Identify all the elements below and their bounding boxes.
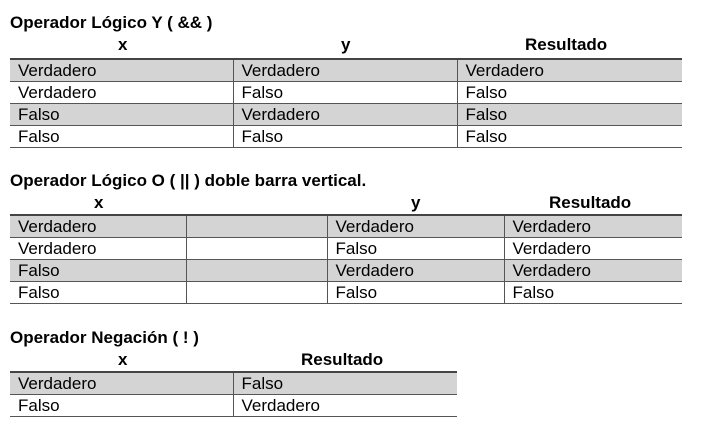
- or-header-x: x: [94, 193, 104, 212]
- cell-result: Falso: [232, 372, 457, 395]
- cell-y: Verdadero: [326, 259, 504, 282]
- cell-y: Verdadero: [326, 215, 504, 238]
- cell-empty: [185, 259, 327, 282]
- not-header-x: x: [118, 350, 128, 369]
- cell-result: Verdadero: [503, 237, 682, 260]
- table-row: Verdadero Verdadero Verdadero: [10, 215, 682, 238]
- cell-y: Falso: [232, 125, 457, 148]
- cell-y: Falso: [326, 281, 504, 304]
- or-section-title: Operador Lógico O ( || ) doble barra ver…: [10, 171, 367, 190]
- cell-x: Verdadero: [18, 238, 97, 258]
- cell-x: Falso: [10, 259, 186, 282]
- cell-result: Falso: [456, 125, 682, 148]
- cell-result: Verdadero: [456, 59, 682, 82]
- table-row: Falso Falso Falso: [10, 281, 682, 304]
- and-header-x: x: [118, 35, 128, 54]
- cell-empty: [185, 215, 327, 238]
- cell-y: Verdadero: [232, 103, 457, 126]
- table-row: Verdadero Falso Falso: [10, 81, 682, 104]
- cell-x: Verdadero: [10, 59, 233, 82]
- table-row: Verdadero Verdadero Verdadero: [10, 59, 682, 82]
- cell-y: Verdadero: [232, 59, 457, 82]
- cell-x: Verdadero: [18, 82, 97, 102]
- or-header-y: y: [411, 193, 421, 212]
- and-header-y: y: [341, 35, 351, 54]
- cell-result: Verdadero: [232, 394, 457, 417]
- and-header-result: Resultado: [525, 35, 608, 54]
- table-row: Verdadero Falso Verdadero: [10, 237, 682, 260]
- cell-x: Falso: [10, 103, 233, 126]
- cell-x: Falso: [18, 126, 60, 146]
- cell-result: Verdadero: [503, 259, 682, 282]
- and-section-title: Operador Lógico Y ( && ): [10, 13, 213, 32]
- or-truth-table: Verdadero Verdadero Verdadero Verdadero …: [10, 214, 682, 304]
- cell-empty: [185, 281, 327, 304]
- table-row: Falso Falso Falso: [10, 125, 682, 148]
- table-row: Verdadero Falso: [10, 372, 457, 395]
- cell-result: Falso: [503, 281, 682, 304]
- cell-x: Verdadero: [10, 372, 233, 395]
- cell-result: Falso: [456, 81, 682, 104]
- cell-x: Falso: [18, 395, 60, 415]
- not-truth-table: Verdadero Falso Falso Verdadero: [10, 371, 457, 417]
- table-row: Falso Verdadero: [10, 394, 457, 417]
- cell-y: Falso: [232, 81, 457, 104]
- and-truth-table: Verdadero Verdadero Verdadero Verdadero …: [10, 58, 682, 148]
- cell-result: Falso: [456, 103, 682, 126]
- cell-x: Verdadero: [10, 215, 186, 238]
- or-header-result: Resultado: [549, 193, 632, 212]
- not-header-result: Resultado: [301, 350, 384, 369]
- not-section-title: Operador Negación ( ! ): [10, 328, 199, 347]
- cell-x: Falso: [18, 282, 60, 302]
- cell-empty: [185, 237, 327, 260]
- table-row: Falso Verdadero Falso: [10, 103, 682, 126]
- table-row: Falso Verdadero Verdadero: [10, 259, 682, 282]
- cell-result: Verdadero: [503, 215, 682, 238]
- cell-y: Falso: [326, 237, 504, 260]
